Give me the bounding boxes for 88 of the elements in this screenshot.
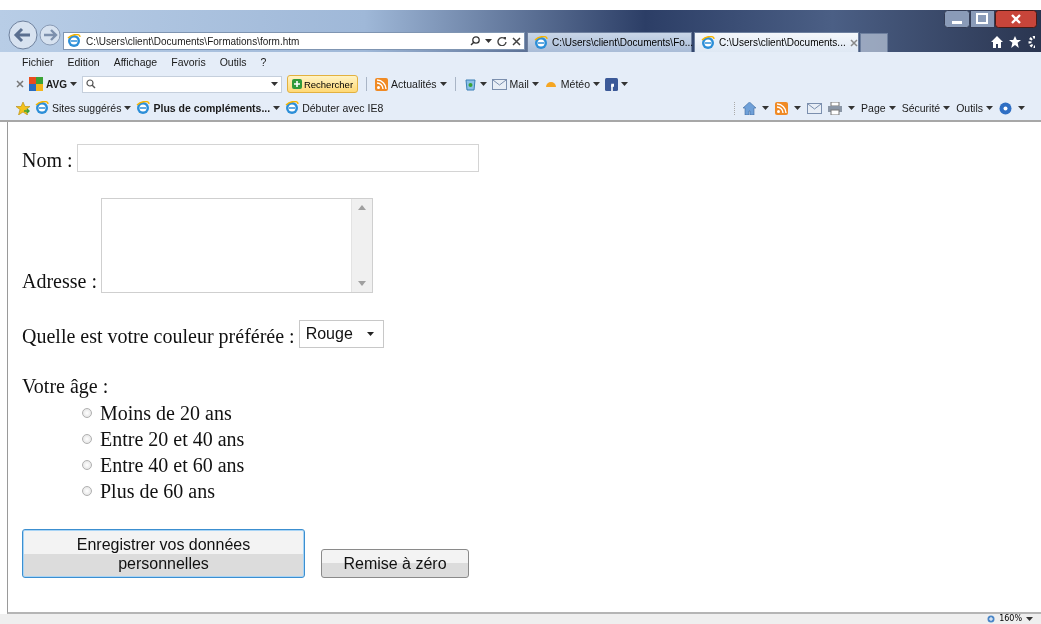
browser-icon xyxy=(701,35,715,50)
minimize-button[interactable] xyxy=(944,10,970,28)
field-label: Adresse : xyxy=(22,269,97,293)
caret-icon[interactable] xyxy=(1026,617,1033,621)
search-icon xyxy=(85,79,96,89)
search-button[interactable]: Rechercher xyxy=(286,75,359,93)
browser-icon xyxy=(136,101,151,115)
toolbar-item[interactable]: Actualités xyxy=(391,78,437,90)
field-label: Nom : xyxy=(22,148,73,172)
radio-button[interactable] xyxy=(82,486,92,496)
search-icon[interactable] xyxy=(470,36,480,46)
save-button[interactable]: Enregistrer vos données personnelles xyxy=(22,529,305,578)
mail-icon xyxy=(491,78,507,90)
caret-icon[interactable] xyxy=(531,82,539,86)
back-icon[interactable] xyxy=(8,20,38,50)
field-label: Quelle est votre couleur préférée : xyxy=(22,324,295,348)
menu-item[interactable]: Affichage xyxy=(113,56,158,68)
favorites-link[interactable]: Plus de compléments... xyxy=(153,102,271,114)
favorites-link[interactable]: Débuter avec IE8 xyxy=(302,102,384,114)
radio-button[interactable] xyxy=(82,434,92,444)
reset-button[interactable]: Remise à zéro xyxy=(321,549,469,578)
caret-icon[interactable] xyxy=(273,106,281,110)
caret-icon[interactable] xyxy=(943,106,951,110)
plus-icon xyxy=(291,79,302,89)
radio-label[interactable]: Moins de 20 ans xyxy=(100,401,232,425)
radio-label[interactable]: Plus de 60 ans xyxy=(100,479,215,503)
caret-icon[interactable] xyxy=(848,106,856,110)
browser-icon xyxy=(534,35,548,50)
sun-icon xyxy=(543,79,558,89)
social-icon xyxy=(605,77,619,91)
caret-icon[interactable] xyxy=(888,106,896,110)
refresh-icon[interactable] xyxy=(497,36,507,46)
home-icon[interactable] xyxy=(991,36,1003,48)
browser-tab[interactable]: C:\Users\client\Documents\Fo... xyxy=(527,32,692,52)
close-icon[interactable] xyxy=(849,38,858,47)
caret-icon[interactable] xyxy=(621,82,629,86)
menu-item[interactable]: Fichier xyxy=(22,56,54,68)
stop-icon[interactable] xyxy=(512,36,521,46)
rss-icon xyxy=(375,77,389,91)
name-field[interactable] xyxy=(76,144,479,172)
close-icon[interactable] xyxy=(16,80,24,88)
radio-label[interactable]: Entre 20 et 40 ans xyxy=(100,427,245,451)
star-icon[interactable] xyxy=(1009,36,1021,48)
search-field[interactable] xyxy=(81,75,282,93)
radio-button[interactable] xyxy=(82,460,92,470)
color-dropdown[interactable]: Rouge xyxy=(298,320,384,348)
toolbar-item[interactable]: Météo xyxy=(560,78,591,90)
caret-icon[interactable] xyxy=(794,106,802,110)
caret-icon[interactable] xyxy=(986,106,993,110)
caret-icon[interactable] xyxy=(439,82,447,86)
radio-label[interactable]: Entre 40 et 60 ans xyxy=(100,453,245,477)
caret-icon[interactable] xyxy=(479,82,487,86)
caret-icon[interactable] xyxy=(1018,106,1025,110)
close-button[interactable] xyxy=(995,10,1037,28)
browser-icon xyxy=(285,101,300,115)
menu-item[interactable]: Edition xyxy=(67,56,100,68)
browser-icon xyxy=(67,34,81,48)
caret-icon[interactable] xyxy=(762,106,770,110)
antivirus-logo-icon xyxy=(29,77,43,91)
caret-icon[interactable] xyxy=(270,82,278,86)
favorites-star-icon[interactable] xyxy=(16,101,30,115)
radio-button[interactable] xyxy=(82,408,92,418)
command-menu[interactable]: Page xyxy=(861,102,886,114)
help-icon[interactable] xyxy=(999,101,1012,115)
caret-icon[interactable] xyxy=(69,82,77,86)
print-icon[interactable] xyxy=(828,101,843,115)
menu-item[interactable]: ? xyxy=(260,56,267,68)
caret-icon[interactable] xyxy=(593,82,601,86)
caret-icon xyxy=(366,332,374,336)
menu-item[interactable]: Outils xyxy=(219,56,247,68)
menu-item[interactable]: Favoris xyxy=(171,56,206,68)
zoom-level[interactable]: 160% xyxy=(999,614,1022,624)
caret-icon[interactable] xyxy=(485,39,492,43)
toolbar-item[interactable]: Mail xyxy=(509,78,529,90)
rss-icon xyxy=(775,101,789,115)
command-menu[interactable]: Sécurité xyxy=(901,102,941,114)
field-label: Votre âge : xyxy=(22,374,109,398)
command-menu[interactable]: Outils xyxy=(956,102,983,114)
recycle-icon xyxy=(463,77,477,91)
browser-tab[interactable]: C:\Users\client\Documents... xyxy=(694,32,859,52)
brand-label[interactable]: AVG xyxy=(46,78,67,90)
address-field[interactable]: C:\Users\client\Documents\Formations\form.htm xyxy=(63,32,525,50)
maximize-button[interactable] xyxy=(970,10,995,28)
mail-icon xyxy=(807,102,823,114)
favorites-link[interactable]: Sites suggérés xyxy=(52,102,122,114)
browser-icon xyxy=(35,101,49,115)
zoom-icon[interactable] xyxy=(987,615,996,623)
caret-icon[interactable] xyxy=(124,106,132,110)
